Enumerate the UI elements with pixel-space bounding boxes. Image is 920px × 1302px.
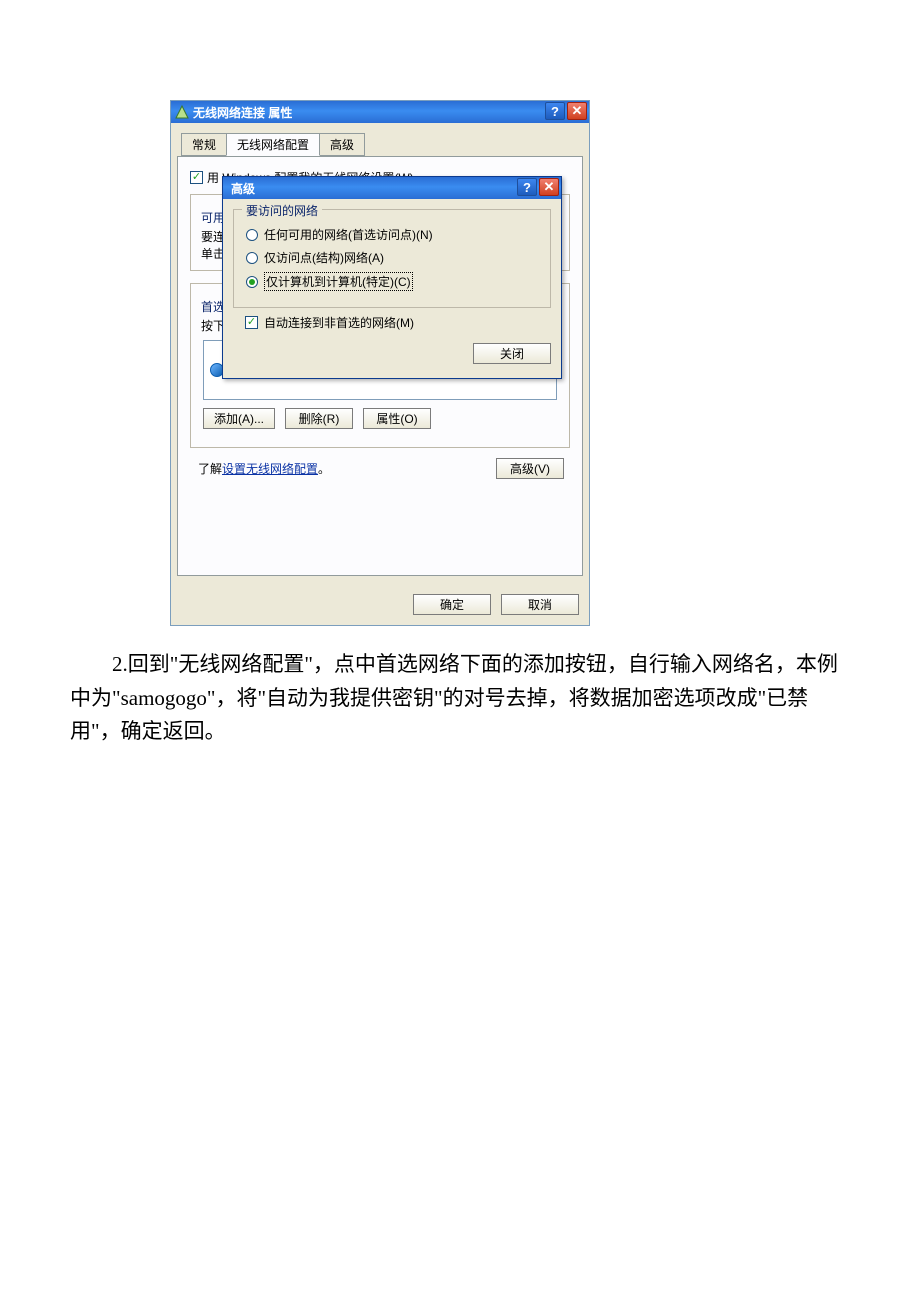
auto-connect-row[interactable]: ✓ 自动连接到非首选的网络(M) bbox=[245, 314, 561, 331]
close-button[interactable]: ✕ bbox=[539, 178, 559, 196]
main-titlebar[interactable]: 无线网络连接 属性 ? ✕ bbox=[171, 101, 589, 123]
dialog-footer: 确定 取消 bbox=[171, 586, 589, 625]
checkbox-checked-icon[interactable]: ✓ bbox=[190, 171, 203, 184]
radio-ap-only[interactable]: 仅访问点(结构)网络(A) bbox=[246, 249, 538, 266]
radio-any-label: 任何可用的网络(首选访问点)(N) bbox=[264, 226, 433, 243]
close-button[interactable]: ✕ bbox=[567, 102, 587, 120]
properties-button[interactable]: 属性(O) bbox=[363, 408, 431, 429]
learn-text: 了解设置无线网络配置。 bbox=[198, 460, 330, 477]
tab-advanced[interactable]: 高级 bbox=[319, 133, 365, 156]
advanced-button[interactable]: 高级(V) bbox=[496, 458, 564, 479]
group-title: 要访问的网络 bbox=[242, 202, 322, 219]
add-button[interactable]: 添加(A)... bbox=[203, 408, 275, 429]
network-access-group: 要访问的网络 任何可用的网络(首选访问点)(N) 仅访问点(结构)网络(A) 仅… bbox=[233, 209, 551, 308]
radio-icon[interactable] bbox=[246, 252, 258, 264]
overlay-close-button[interactable]: 关闭 bbox=[473, 343, 551, 364]
main-title-text: 无线网络连接 属性 bbox=[193, 104, 292, 121]
radio-adhoc-only[interactable]: 仅计算机到计算机(特定)(C) bbox=[246, 272, 538, 291]
overlay-title-text: 高级 bbox=[231, 180, 255, 197]
help-button[interactable]: ? bbox=[517, 178, 537, 196]
learn-link[interactable]: 设置无线网络配置 bbox=[222, 462, 318, 476]
cancel-button[interactable]: 取消 bbox=[501, 594, 579, 615]
radio-ap-label: 仅访问点(结构)网络(A) bbox=[264, 249, 384, 266]
learn-prefix: 了解 bbox=[198, 462, 222, 476]
tab-general[interactable]: 常规 bbox=[181, 133, 227, 156]
checkbox-checked-icon[interactable]: ✓ bbox=[245, 316, 258, 329]
radio-icon[interactable] bbox=[246, 229, 258, 241]
radio-adhoc-label: 仅计算机到计算机(特定)(C) bbox=[264, 272, 413, 291]
tabs: 常规 无线网络配置 高级 bbox=[181, 133, 583, 156]
wireless-icon bbox=[175, 105, 189, 119]
radio-any-network[interactable]: 任何可用的网络(首选访问点)(N) bbox=[246, 226, 538, 243]
instruction-text: 2.回到"无线网络配置"，点中首选网络下面的添加按钮，自行输入网络名，本例中为"… bbox=[70, 648, 850, 749]
overlay-titlebar[interactable]: 高级 ? ✕ bbox=[223, 177, 561, 199]
help-button[interactable]: ? bbox=[545, 102, 565, 120]
advanced-overlay-dialog: 高级 ? ✕ 要访问的网络 任何可用的网络(首选访问点)(N) 仅访问点(结构)… bbox=[222, 176, 562, 379]
auto-connect-label: 自动连接到非首选的网络(M) bbox=[264, 314, 414, 331]
remove-button[interactable]: 删除(R) bbox=[285, 408, 353, 429]
ok-button[interactable]: 确定 bbox=[413, 594, 491, 615]
wireless-properties-dialog: 无线网络连接 属性 ? ✕ 常规 无线网络配置 高级 ✓ 用 Windows 配… bbox=[170, 100, 590, 626]
instruction-paragraph: 2.回到"无线网络配置"，点中首选网络下面的添加按钮，自行输入网络名，本例中为"… bbox=[70, 648, 850, 749]
radio-selected-icon[interactable] bbox=[246, 276, 258, 288]
tab-wireless-config[interactable]: 无线网络配置 bbox=[226, 133, 320, 156]
learn-suffix: 。 bbox=[318, 462, 330, 476]
